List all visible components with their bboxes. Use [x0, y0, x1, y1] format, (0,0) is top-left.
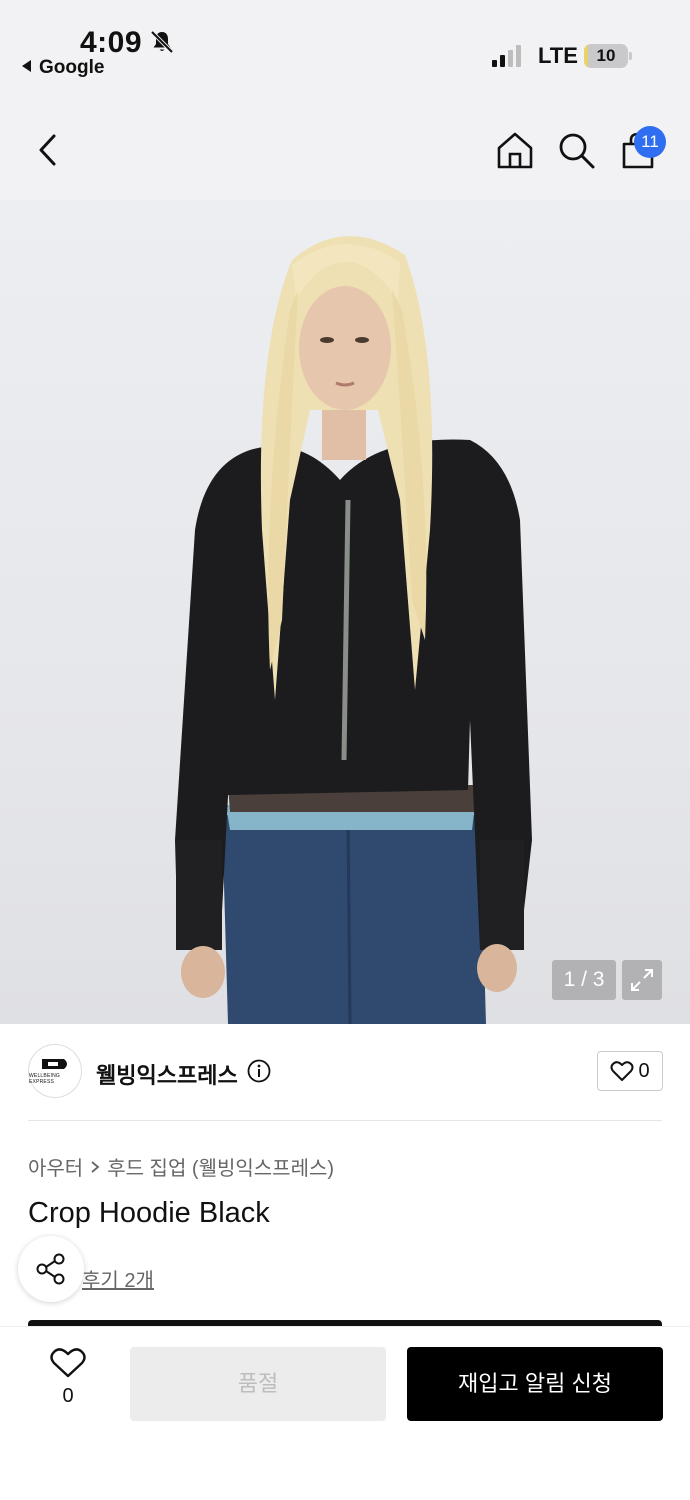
- cellular-signal-icon: [492, 45, 521, 67]
- breadcrumb: 아우터 후드 집업 (웰빙익스프레스): [28, 1152, 334, 1181]
- cart-count-badge: 11: [634, 126, 666, 158]
- top-nav: [0, 100, 690, 200]
- home-button[interactable]: [493, 128, 537, 172]
- divider: [28, 1120, 662, 1121]
- back-button[interactable]: [26, 128, 70, 172]
- product-photo: [175, 236, 532, 1024]
- expand-icon: [631, 969, 653, 991]
- brand-logo-mark: [42, 1059, 67, 1069]
- soldout-button: 품절: [130, 1347, 386, 1421]
- breadcrumb-category[interactable]: 아우터: [28, 1152, 83, 1181]
- home-icon: [497, 132, 533, 169]
- brand-name[interactable]: 웰빙익스프레스: [96, 1058, 238, 1090]
- back-to-app-link[interactable]: Google: [22, 57, 104, 79]
- search-button[interactable]: [554, 128, 598, 172]
- status-time: 4:09: [80, 26, 143, 59]
- restock-alert-button[interactable]: 재입고 알림 신청: [407, 1347, 663, 1421]
- expand-image-button[interactable]: [622, 960, 662, 1000]
- bottom-action-bar: 0 품절 재입고 알림 신청: [0, 1326, 690, 1500]
- wishlist-button[interactable]: 0: [40, 1347, 96, 1417]
- battery-icon: 10: [584, 44, 632, 68]
- breadcrumb-subcategory[interactable]: 후드 집업 (웰빙익스프레스): [107, 1152, 334, 1181]
- brand-logo[interactable]: WELLBEING EXPRESS: [28, 1044, 82, 1098]
- search-icon: [559, 133, 595, 169]
- share-button[interactable]: [18, 1236, 84, 1302]
- back-app-label: Google: [39, 57, 105, 78]
- brand-like-button[interactable]: 0: [597, 1051, 663, 1091]
- heart-icon: [50, 1348, 86, 1378]
- battery-level: 10: [596, 46, 616, 65]
- chevron-right-icon: [91, 1160, 100, 1173]
- status-bar: 4:09 Google LTE 10: [0, 0, 690, 100]
- brand-logo-text: WELLBEING EXPRESS: [29, 1073, 60, 1085]
- review-link[interactable]: 후기 2개: [82, 1264, 154, 1293]
- back-chevron-icon: [39, 134, 56, 166]
- wishlist-count: 0: [62, 1385, 74, 1407]
- product-title: Crop Hoodie Black: [28, 1197, 270, 1229]
- network-type: LTE: [538, 43, 578, 68]
- share-icon: [36, 1253, 65, 1285]
- bell-off-icon: [150, 30, 174, 54]
- image-counter: 1 / 3: [552, 960, 616, 1000]
- brand-row: WELLBEING EXPRESS 웰빙익스프레스 0: [0, 1024, 690, 1120]
- heart-icon: [610, 1061, 634, 1081]
- brand-like-count: 0: [638, 1059, 650, 1082]
- back-triangle-icon: [22, 60, 31, 72]
- info-icon[interactable]: [247, 1059, 271, 1083]
- product-image[interactable]: [0, 200, 690, 1024]
